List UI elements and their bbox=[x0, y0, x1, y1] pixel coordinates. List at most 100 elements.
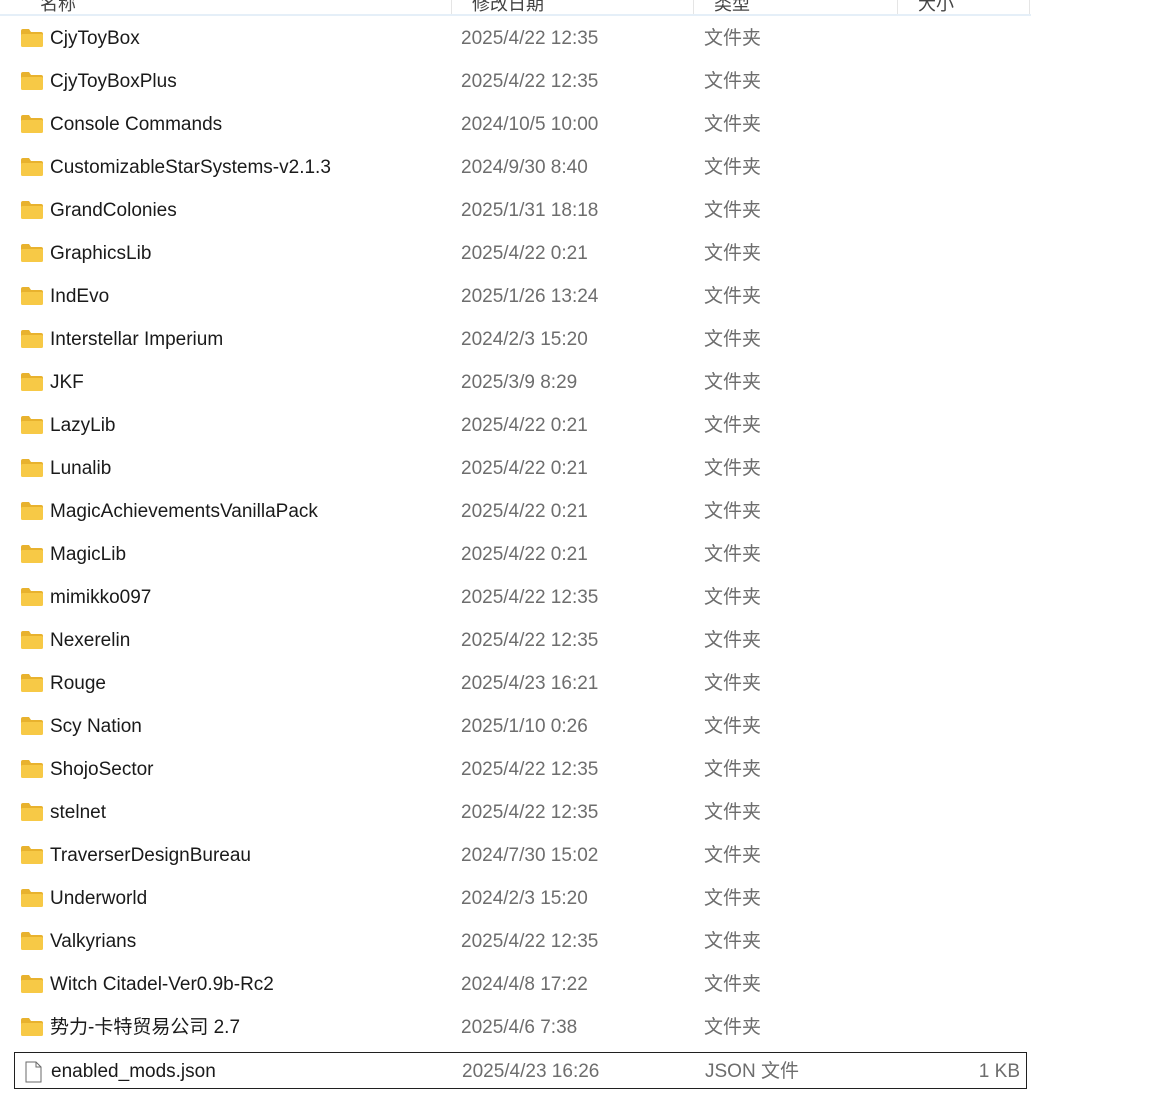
file-row[interactable]: TraverserDesignBureau 2024/7/30 15:02 文件夹 bbox=[14, 837, 1027, 874]
file-type: 文件夹 bbox=[704, 673, 762, 694]
file-row[interactable]: Scy Nation 2025/1/10 0:26 文件夹 bbox=[14, 708, 1027, 745]
file-date: 2024/9/30 8:40 bbox=[461, 157, 588, 178]
file-row[interactable]: stelnet 2025/4/22 12:35 文件夹 bbox=[14, 794, 1027, 831]
file-type: 文件夹 bbox=[704, 931, 762, 952]
file-name: Valkyrians bbox=[50, 931, 137, 952]
folder-icon bbox=[20, 544, 44, 564]
file-date: 2025/4/22 0:21 bbox=[461, 501, 588, 522]
file-type: 文件夹 bbox=[704, 1017, 762, 1038]
file-name: enabled_mods.json bbox=[51, 1061, 216, 1082]
file-size: 1 KB bbox=[978, 1061, 1020, 1082]
file-type: 文件夹 bbox=[704, 630, 762, 651]
file-row[interactable]: Valkyrians 2025/4/22 12:35 文件夹 bbox=[14, 923, 1027, 960]
file-name: CjyToyBoxPlus bbox=[50, 71, 177, 92]
file-date: 2025/4/22 12:35 bbox=[461, 28, 599, 49]
file-type: 文件夹 bbox=[704, 759, 762, 780]
folder-icon bbox=[20, 71, 44, 91]
file-row[interactable]: JKF 2025/3/9 8:29 文件夹 bbox=[14, 364, 1027, 401]
file-row[interactable]: GraphicsLib 2025/4/22 0:21 文件夹 bbox=[14, 235, 1027, 272]
folder-icon bbox=[20, 673, 44, 693]
file-row[interactable]: Nexerelin 2025/4/22 12:35 文件夹 bbox=[14, 622, 1027, 659]
folder-icon bbox=[20, 458, 44, 478]
folder-icon bbox=[20, 845, 44, 865]
file-type: JSON 文件 bbox=[705, 1061, 799, 1082]
folder-icon bbox=[20, 372, 44, 392]
file-type: 文件夹 bbox=[704, 157, 762, 178]
file-date: 2025/1/10 0:26 bbox=[461, 716, 588, 737]
file-name: MagicAchievementsVanillaPack bbox=[50, 501, 318, 522]
column-header-date[interactable]: 修改日期 bbox=[452, 0, 694, 14]
file-type: 文件夹 bbox=[704, 372, 762, 393]
folder-icon bbox=[20, 114, 44, 134]
file-date: 2025/3/9 8:29 bbox=[461, 372, 578, 393]
file-name: CustomizableStarSystems-v2.1.3 bbox=[50, 157, 331, 178]
file-type: 文件夹 bbox=[704, 845, 762, 866]
column-header-size[interactable]: 大小 bbox=[898, 0, 1030, 14]
file-date: 2025/1/26 13:24 bbox=[461, 286, 599, 307]
file-type: 文件夹 bbox=[704, 802, 762, 823]
file-row[interactable]: Rouge 2025/4/23 16:21 文件夹 bbox=[14, 665, 1027, 702]
folder-icon bbox=[20, 888, 44, 908]
file-row[interactable]: CjyToyBoxPlus 2025/4/22 12:35 文件夹 bbox=[14, 63, 1027, 100]
file-date: 2025/4/22 0:21 bbox=[461, 243, 588, 264]
file-date: 2025/4/22 12:35 bbox=[461, 630, 599, 651]
file-name: Rouge bbox=[50, 673, 106, 694]
file-type: 文件夹 bbox=[704, 200, 762, 221]
file-icon bbox=[21, 1061, 45, 1083]
file-type: 文件夹 bbox=[704, 458, 762, 479]
folder-icon bbox=[20, 501, 44, 521]
file-row-selected[interactable]: enabled_mods.json 2025/4/23 16:26 JSON 文件 1… bbox=[14, 1052, 1027, 1089]
file-date: 2025/4/22 0:21 bbox=[461, 458, 588, 479]
column-header-name[interactable]: 名称 bbox=[20, 0, 452, 14]
file-date: 2024/10/5 10:00 bbox=[461, 114, 599, 135]
file-row[interactable]: IndEvo 2025/1/26 13:24 文件夹 bbox=[14, 278, 1027, 315]
file-date: 2025/4/22 12:35 bbox=[461, 802, 599, 823]
file-date: 2025/4/22 12:35 bbox=[461, 931, 599, 952]
column-header-type[interactable]: 类型 bbox=[694, 0, 898, 14]
file-row[interactable]: Interstellar Imperium 2024/2/3 15:20 文件夹 bbox=[14, 321, 1027, 358]
file-row[interactable]: CjyToyBox 2025/4/22 12:35 文件夹 bbox=[14, 20, 1027, 57]
folder-icon bbox=[20, 157, 44, 177]
folder-icon bbox=[20, 759, 44, 779]
file-name: Underworld bbox=[50, 888, 148, 909]
file-name: Lunalib bbox=[50, 458, 112, 479]
folder-icon bbox=[20, 1017, 44, 1037]
file-row[interactable]: MagicAchievementsVanillaPack 2025/4/22 0:… bbox=[14, 493, 1027, 530]
file-date: 2024/4/8 17:22 bbox=[461, 974, 588, 995]
folder-icon bbox=[20, 630, 44, 650]
folder-icon bbox=[20, 200, 44, 220]
file-date: 2025/1/31 18:18 bbox=[461, 200, 599, 221]
file-row[interactable]: MagicLib 2025/4/22 0:21 文件夹 bbox=[14, 536, 1027, 573]
file-row[interactable]: Lunalib 2025/4/22 0:21 文件夹 bbox=[14, 450, 1027, 487]
folder-icon bbox=[20, 28, 44, 48]
file-type: 文件夹 bbox=[704, 888, 762, 909]
file-name: stelnet bbox=[50, 802, 106, 823]
file-row[interactable]: GrandColonies 2025/1/31 18:18 文件夹 bbox=[14, 192, 1027, 229]
file-row[interactable]: Witch Citadel-Ver0.9b-Rc2 2024/4/8 17:22 文… bbox=[14, 966, 1027, 1003]
file-row[interactable]: Console Commands 2024/10/5 10:00 文件夹 bbox=[14, 106, 1027, 143]
file-name: GraphicsLib bbox=[50, 243, 152, 264]
folder-icon bbox=[20, 716, 44, 736]
file-name: Console Commands bbox=[50, 114, 223, 135]
file-date: 2025/4/22 12:35 bbox=[461, 71, 599, 92]
file-name: LazyLib bbox=[50, 415, 116, 436]
file-name: CjyToyBox bbox=[50, 28, 140, 49]
file-name: TraverserDesignBureau bbox=[50, 845, 251, 866]
file-row[interactable]: CustomizableStarSystems-v2.1.3 2024/9/30 … bbox=[14, 149, 1027, 186]
file-type: 文件夹 bbox=[704, 544, 762, 565]
file-name: GrandColonies bbox=[50, 200, 177, 221]
file-name: ShojoSector bbox=[50, 759, 154, 780]
folder-icon bbox=[20, 802, 44, 822]
file-row[interactable]: 势力-卡特贸易公司 2.7 2025/4/6 7:38 文件夹 bbox=[14, 1009, 1027, 1046]
file-row[interactable]: LazyLib 2025/4/22 0:21 文件夹 bbox=[14, 407, 1027, 444]
file-type: 文件夹 bbox=[704, 587, 762, 608]
file-row[interactable]: Underworld 2024/2/3 15:20 文件夹 bbox=[14, 880, 1027, 917]
file-row[interactable]: mimikko097 2025/4/22 12:35 文件夹 bbox=[14, 579, 1027, 616]
file-type: 文件夹 bbox=[704, 286, 762, 307]
file-row[interactable]: ShojoSector 2025/4/22 12:35 文件夹 bbox=[14, 751, 1027, 788]
file-name: Witch Citadel-Ver0.9b-Rc2 bbox=[50, 974, 274, 995]
file-name: MagicLib bbox=[50, 544, 127, 565]
file-date: 2025/4/22 12:35 bbox=[461, 759, 599, 780]
file-name: IndEvo bbox=[50, 286, 110, 307]
file-name: mimikko097 bbox=[50, 587, 152, 608]
